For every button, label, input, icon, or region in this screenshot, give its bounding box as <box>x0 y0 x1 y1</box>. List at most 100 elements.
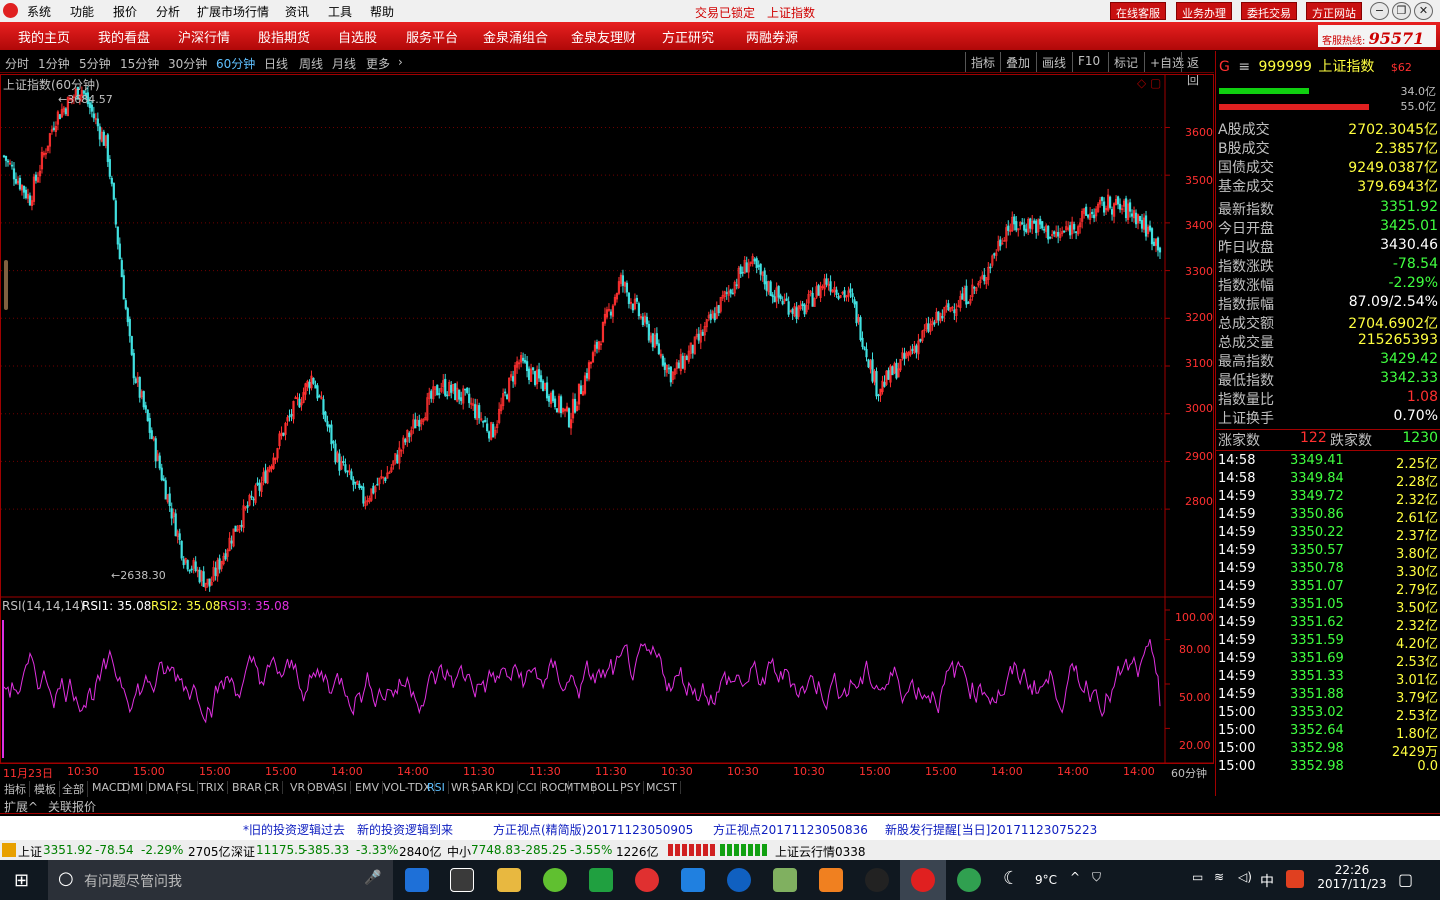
tab-extend[interactable]: 扩展^ <box>4 798 38 815</box>
tool-back[interactable]: 返回 <box>1181 52 1214 87</box>
shield-icon[interactable]: ⛉ <box>1092 870 1101 885</box>
wps-icon[interactable] <box>681 868 705 892</box>
candle-body <box>24 189 28 199</box>
indicator-tab[interactable]: DMI <box>119 781 148 794</box>
store-icon[interactable] <box>450 868 474 892</box>
tool-f10[interactable]: F10 <box>1072 52 1105 72</box>
tab-related-quote[interactable]: 关联报价 <box>48 798 96 815</box>
kline-chart[interactable]: 上证指数(60分钟) ◇ ▢ ←3684.57 ←2638.30 3600 35… <box>0 74 1214 780</box>
tool-draw[interactable]: 画线 <box>1036 52 1071 72</box>
microphone-icon[interactable]: 🎤 <box>364 870 381 886</box>
windows-start-icon[interactable]: ⊞ <box>14 870 29 891</box>
indicator-tab[interactable]: TRIX <box>196 781 229 794</box>
menu-tools[interactable]: 工具 <box>328 3 352 20</box>
tool-mark[interactable]: 标记 <box>1108 52 1143 72</box>
news-item[interactable]: 方正视点20171123050836 <box>713 821 868 838</box>
online-service-button[interactable]: 在线客服 <box>1110 2 1166 20</box>
qq-icon[interactable] <box>865 868 889 892</box>
indicator-tab[interactable]: MCST <box>643 781 681 794</box>
period-1m[interactable]: 1分钟 <box>38 55 70 72</box>
kline-svg[interactable] <box>1 75 1213 763</box>
menu-extended-market[interactable]: 扩展市场行情 <box>197 3 269 20</box>
nav-portfolio[interactable]: 金泉涌组合 <box>483 27 548 46</box>
indicator-tab[interactable]: CR <box>261 781 284 794</box>
nav-my-home[interactable]: 我的主页 <box>18 27 70 46</box>
zx-label[interactable]: 中小 <box>447 843 471 860</box>
nav-my-watch[interactable]: 我的看盘 <box>98 27 150 46</box>
browser-icon[interactable] <box>957 868 981 892</box>
volume-icon[interactable]: ◁) <box>1238 870 1252 884</box>
website-button[interactable]: 方正网站 <box>1306 2 1362 20</box>
menu-function[interactable]: 功能 <box>70 3 94 20</box>
sz-label[interactable]: 深证 <box>231 843 255 860</box>
more-arrow-icon[interactable]: › <box>398 55 403 69</box>
close-icon[interactable]: ✕ <box>1414 2 1433 20</box>
ie-icon[interactable] <box>727 868 751 892</box>
notification-icon[interactable]: ▢ <box>1398 870 1413 889</box>
app-icon[interactable] <box>589 868 613 892</box>
restore-icon[interactable]: ❐ <box>1392 2 1411 20</box>
app-icon[interactable] <box>543 868 567 892</box>
period-day[interactable]: 日线 <box>264 55 288 72</box>
hotline-box[interactable]: 客服热线: 95571 <box>1318 25 1436 48</box>
edge-icon[interactable] <box>405 868 429 892</box>
pdf-icon[interactable] <box>819 868 843 892</box>
indicator-tab[interactable]: CCI <box>515 781 541 794</box>
app-icon[interactable] <box>773 868 797 892</box>
period-month[interactable]: 月线 <box>332 55 356 72</box>
period-30m[interactable]: 30分钟 <box>168 55 207 72</box>
tool-indicator[interactable]: 指标 <box>965 52 1000 72</box>
trade-button[interactable]: 委托交易 <box>1241 2 1297 20</box>
clock[interactable]: 22:26 2017/11/23 <box>1312 863 1392 891</box>
indicator-tab[interactable]: 全部 <box>59 781 88 797</box>
menu-lines-icon[interactable]: ≡ <box>1238 59 1250 75</box>
cloud-quote[interactable]: 上证云行情0338 <box>775 843 866 860</box>
period-5m[interactable]: 5分钟 <box>79 55 111 72</box>
news-item[interactable]: 新股发行提醒[当日]20171123075223 <box>885 821 1097 838</box>
nav-hs-market[interactable]: 沪深行情 <box>178 27 230 46</box>
indicator-tab[interactable]: EMV <box>352 781 383 794</box>
menu-system[interactable]: 系统 <box>27 3 51 20</box>
period-week[interactable]: 周线 <box>299 55 323 72</box>
news-item[interactable]: 方正视点(精简版)20171123050905 <box>493 821 693 838</box>
news-item[interactable]: 新的投资逻辑到来 <box>357 821 453 838</box>
battery-icon[interactable]: ▭ <box>1192 870 1203 884</box>
period-60m[interactable]: 60分钟 <box>216 55 255 72</box>
indicator-tab[interactable]: PSY <box>617 781 645 794</box>
menu-quote[interactable]: 报价 <box>113 3 137 20</box>
indicator-tab[interactable]: FSL <box>172 781 199 794</box>
weather-temp[interactable]: 9°C <box>1035 873 1057 887</box>
chart-option-icons[interactable]: ◇ ▢ <box>1137 76 1161 90</box>
menu-help[interactable]: 帮助 <box>370 3 394 20</box>
nav-margin[interactable]: 两融券源 <box>746 27 798 46</box>
menu-analysis[interactable]: 分析 <box>156 3 180 20</box>
period-15m[interactable]: 15分钟 <box>120 55 159 72</box>
indicator-tab[interactable]: RSI <box>424 781 449 794</box>
indicator-tab[interactable]: 指标 <box>1 781 30 797</box>
period-more[interactable]: 更多 <box>366 55 390 72</box>
ime-indicator[interactable]: 中 <box>1260 871 1274 891</box>
nav-index-futures[interactable]: 股指期货 <box>258 27 310 46</box>
candle-body <box>1025 228 1028 233</box>
app-icon[interactable] <box>635 868 659 892</box>
indicator-tab[interactable]: ASI <box>326 781 351 794</box>
indicator-tab[interactable]: 模板 <box>31 781 60 797</box>
tray-up-icon[interactable]: ^ <box>1070 870 1080 884</box>
tool-overlay[interactable]: 叠加 <box>1000 52 1035 72</box>
minimize-icon[interactable]: − <box>1370 2 1389 20</box>
tick-row: 14:59 3350.22 2.37亿 <box>1218 525 1438 544</box>
taskbar-search[interactable]: ○ 有问题尽管问我 🎤 <box>48 860 393 900</box>
nav-research[interactable]: 方正研究 <box>662 27 714 46</box>
explorer-icon[interactable] <box>497 868 521 892</box>
stock-app-icon[interactable] <box>911 868 935 892</box>
sh-label[interactable]: 上证 <box>18 843 42 860</box>
business-button[interactable]: 业务办理 <box>1176 2 1232 20</box>
nav-watchlist[interactable]: 自选股 <box>338 27 377 46</box>
sogou-icon[interactable] <box>1286 870 1304 888</box>
period-intraday[interactable]: 分时 <box>5 55 29 72</box>
nav-finance[interactable]: 金泉友理财 <box>571 27 636 46</box>
wifi-icon[interactable]: ≋ <box>1214 870 1224 884</box>
news-item[interactable]: *旧的投资逻辑过去 <box>243 821 345 838</box>
nav-service[interactable]: 服务平台 <box>406 27 458 46</box>
menu-info[interactable]: 资讯 <box>285 3 309 20</box>
